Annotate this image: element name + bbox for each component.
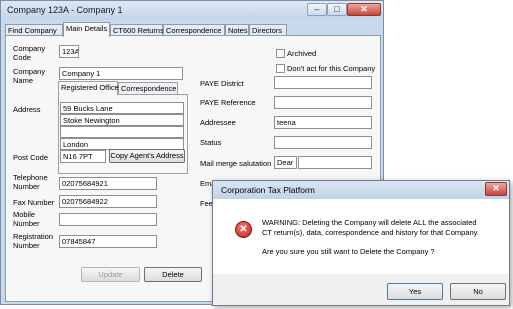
status-field[interactable] bbox=[274, 136, 372, 149]
address-line-2[interactable]: Stoke Newington bbox=[60, 114, 184, 126]
window-title: Company 123A - Company 1 bbox=[7, 5, 123, 15]
mail-merge-prefix-field[interactable]: Dear bbox=[274, 156, 297, 169]
dialog-titlebar: Corporation Tax Platform ✕ bbox=[213, 181, 509, 199]
update-button[interactable]: Update bbox=[81, 267, 140, 282]
registration-field[interactable]: 07845847 bbox=[59, 235, 157, 248]
tab-strip: Find Company Main Details CT600 Returns … bbox=[5, 22, 381, 37]
paye-reference-field[interactable] bbox=[274, 96, 372, 109]
no-button[interactable]: No bbox=[450, 283, 506, 300]
registration-label: Registration Number bbox=[13, 232, 54, 250]
company-name-label: Company Name bbox=[13, 67, 46, 85]
subtab-registered-office[interactable]: Registered Office bbox=[58, 81, 119, 95]
subtab-correspondence[interactable]: Correspondence bbox=[118, 82, 178, 94]
company-code-label: Company Code bbox=[13, 44, 46, 62]
addressee-field[interactable]: teena bbox=[274, 116, 372, 129]
error-icon: ✕ bbox=[235, 221, 252, 238]
close-icon: ✕ bbox=[492, 183, 500, 193]
paye-district-label: PAYE District bbox=[200, 79, 244, 88]
close-icon: ✕ bbox=[360, 4, 368, 14]
delete-button[interactable]: Delete bbox=[144, 267, 202, 282]
telephone-field[interactable]: 02075684921 bbox=[59, 177, 157, 190]
postcode-label: Post Code bbox=[13, 153, 49, 162]
mobile-field[interactable] bbox=[59, 213, 157, 226]
warning-line-2: CT return(s), data, correspondence and h… bbox=[262, 228, 479, 237]
dont-act-checkbox[interactable] bbox=[276, 64, 285, 73]
paye-district-field[interactable] bbox=[274, 76, 372, 89]
warning-line-1: WARNING: Deleting the Company will delet… bbox=[262, 218, 477, 227]
tab-main-details[interactable]: Main Details bbox=[63, 22, 110, 37]
mail-merge-label: Mail merge salutation bbox=[200, 159, 272, 168]
dialog-close-button[interactable]: ✕ bbox=[485, 182, 507, 196]
fax-field[interactable]: 02075684922 bbox=[59, 195, 157, 208]
dialog-title: Corporation Tax Platform bbox=[221, 185, 315, 195]
yes-button[interactable]: Yes bbox=[387, 283, 443, 300]
telephone-label: Telephone Number bbox=[13, 173, 48, 191]
address-line-3[interactable] bbox=[60, 126, 184, 138]
archived-checkbox[interactable] bbox=[276, 49, 285, 58]
addressee-label: Addressee bbox=[200, 118, 236, 127]
fax-label: Fax Number bbox=[13, 198, 55, 207]
mobile-label: Mobile Number bbox=[13, 210, 40, 228]
maximize-button[interactable]: □ bbox=[327, 3, 347, 16]
company-code-field[interactable]: 123A bbox=[59, 45, 79, 58]
archived-label: Archived bbox=[287, 49, 317, 58]
postcode-field[interactable]: N16 7PT bbox=[60, 150, 106, 163]
paye-reference-label: PAYE Reference bbox=[200, 98, 256, 107]
minimize-icon: – bbox=[314, 4, 320, 14]
copy-agent-address-button[interactable]: Copy Agent's Address bbox=[109, 149, 185, 163]
confirm-delete-dialog: Corporation Tax Platform ✕ ✕ WARNING: De… bbox=[212, 180, 510, 306]
company-name-field[interactable]: Company 1 bbox=[59, 67, 183, 80]
address-line-1[interactable]: 59 Bucks Lane bbox=[60, 102, 184, 114]
close-button[interactable]: ✕ bbox=[347, 3, 381, 16]
minimize-button[interactable]: – bbox=[307, 3, 327, 16]
status-label: Status bbox=[200, 138, 222, 147]
dialog-question: Are you sure you still want to Delete th… bbox=[262, 247, 435, 256]
address-label: Address bbox=[13, 105, 41, 114]
window-titlebar: Company 123A - Company 1 – □ ✕ bbox=[1, 1, 383, 20]
dont-act-label: Don't act for this Company bbox=[287, 64, 376, 73]
mail-merge-salutation-field[interactable] bbox=[298, 156, 372, 169]
maximize-icon: □ bbox=[334, 4, 340, 14]
